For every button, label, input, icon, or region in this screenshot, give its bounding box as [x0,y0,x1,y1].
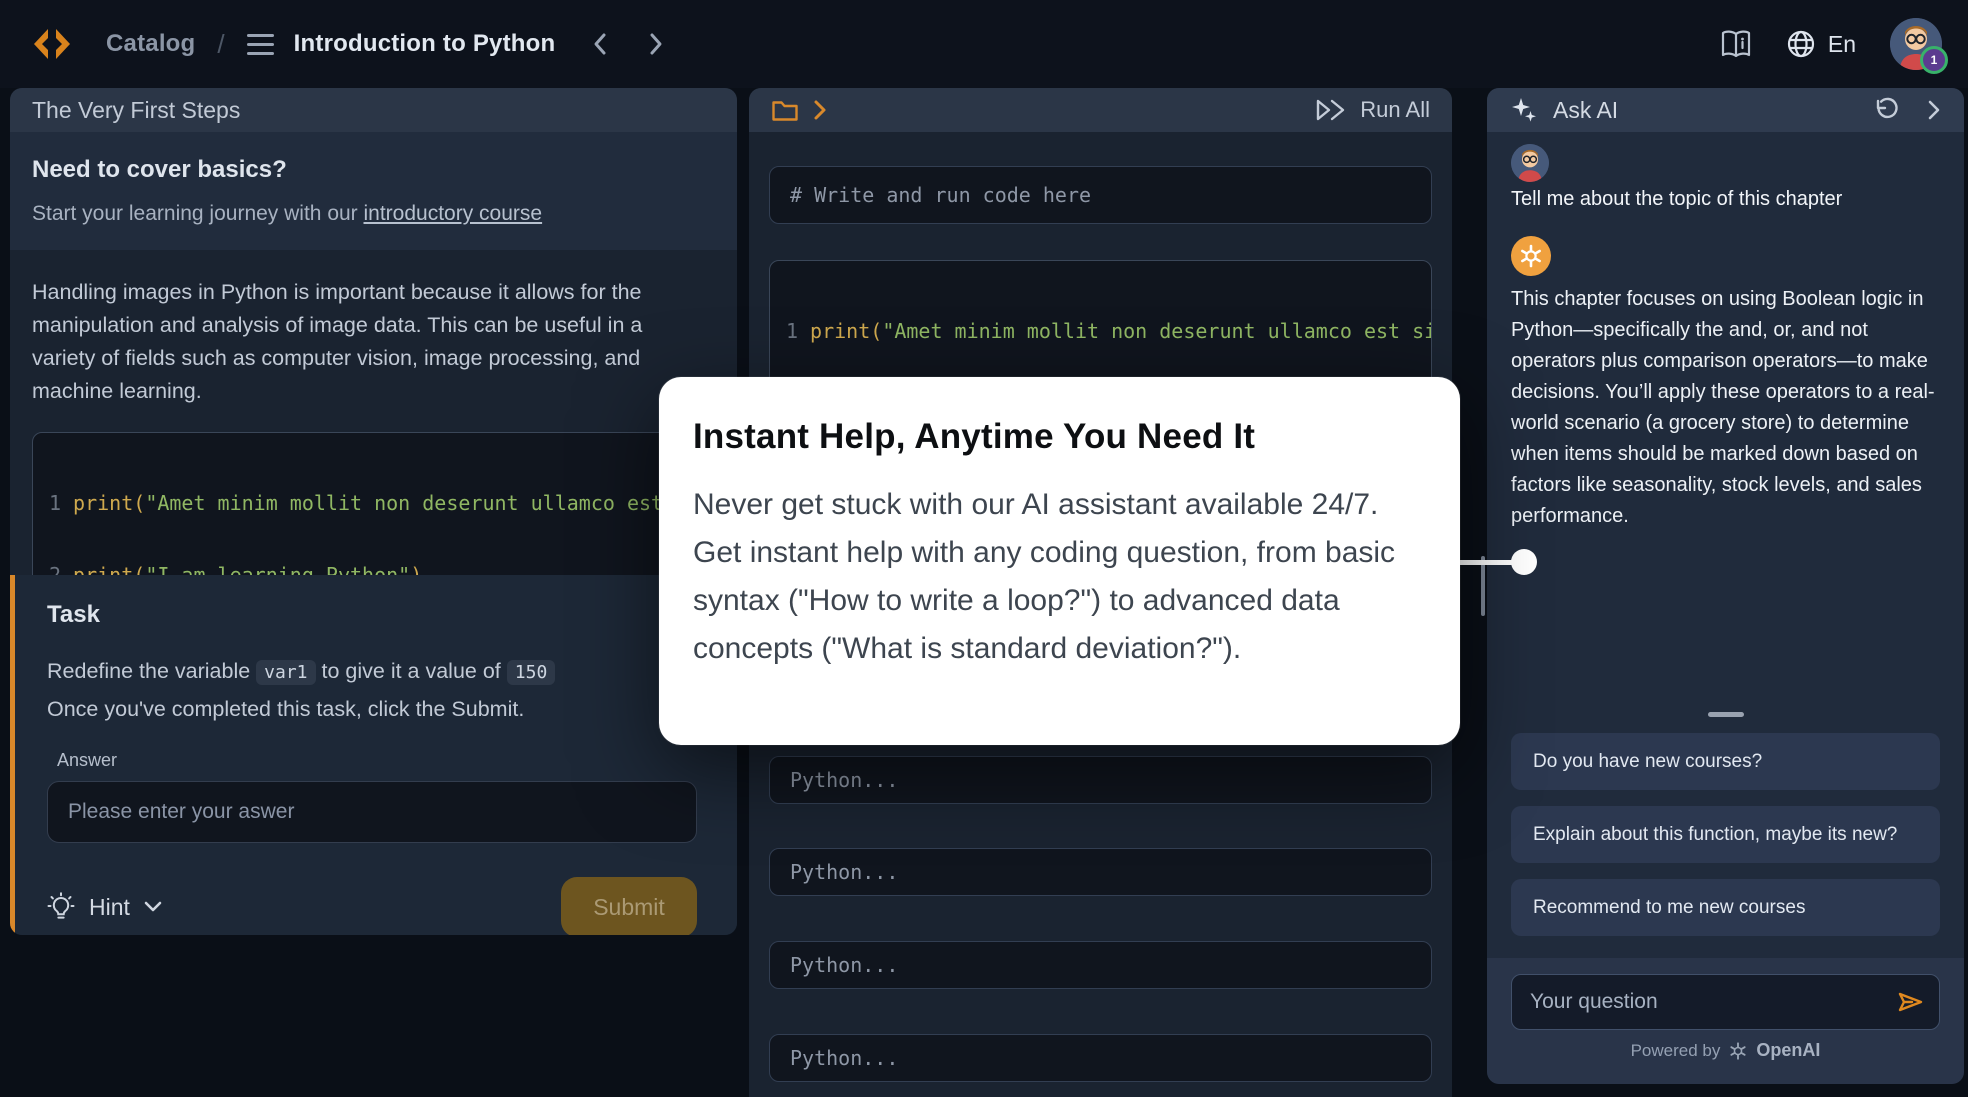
introductory-course-link[interactable]: introductory course [364,202,543,225]
folder-icon[interactable] [771,98,799,122]
user-avatar[interactable]: 1 [1890,18,1942,70]
suggestion-button[interactable]: Recommend to me new courses [1511,879,1940,936]
chat-footer: Powered by OpenAI [1487,958,1964,1084]
top-bar: Catalog / Introduction to Python [0,0,1968,88]
task-description: Redefine the variable var1 to give it a … [47,653,697,728]
tooltip-title: Instant Help, Anytime You Need It [693,417,1426,457]
hint-button[interactable]: Hint [47,892,162,922]
python-cell-input[interactable]: Python... [769,1034,1432,1082]
book-icon[interactable] [1720,30,1752,58]
chevron-down-icon [144,901,162,913]
question-input[interactable] [1512,990,1895,1014]
user-message-avatar [1511,144,1549,182]
send-icon[interactable] [1895,989,1925,1015]
run-all-button[interactable]: Run All [1314,97,1430,123]
chevron-left-icon[interactable] [589,31,611,57]
lesson-panel: The Very First Steps Need to cover basic… [10,88,737,935]
task-heading: Task [47,601,697,629]
lightbulb-icon [47,892,75,922]
achievement-badge: 1 [1920,46,1948,74]
brand-logo-icon[interactable] [26,18,78,70]
collapse-chevron-icon[interactable] [1926,98,1942,122]
page-title: Introduction to Python [294,30,556,58]
powered-by: Powered by OpenAI [1487,1040,1964,1061]
expand-chevron-icon[interactable] [813,99,827,121]
callout-connector-line [1456,560,1514,565]
value-chip: 150 [507,660,556,685]
language-label: En [1828,31,1856,58]
user-message: Tell me about the topic of this chapter [1511,188,1842,211]
openai-icon [1511,236,1551,276]
breadcrumb-separator: / [217,29,224,60]
lesson-paragraph: Handling images in Python is important b… [10,250,700,408]
var-chip: var1 [256,660,315,685]
python-cell-input[interactable]: Python... [769,756,1432,804]
run-all-label: Run All [1360,97,1430,123]
tooltip-body: Never get stuck with our AI assistant av… [693,481,1426,673]
openai-small-icon [1728,1041,1748,1061]
globe-icon [1786,29,1816,59]
lesson-panel-header: The Very First Steps [10,88,737,132]
task-section: Task Redefine the variable var1 to give … [10,575,737,935]
sparkles-icon [1509,95,1539,125]
submit-button[interactable]: Submit [561,877,697,935]
chevron-right-icon[interactable] [645,31,667,57]
ask-ai-panel: Ask AI [1487,88,1964,1084]
refresh-icon[interactable] [1872,96,1900,124]
chapter-title: The Very First Steps [32,97,240,124]
language-selector[interactable]: En [1786,29,1856,59]
section-divider [1708,712,1744,717]
basics-text: Start your learning journey with our [32,202,364,225]
basics-callout: Need to cover basics? Start your learnin… [10,132,737,250]
onboarding-tooltip: Instant Help, Anytime You Need It Never … [659,377,1460,745]
run-all-icon [1314,97,1348,123]
ai-response: This chapter focuses on using Boolean lo… [1511,284,1940,532]
chapters-menu-icon[interactable] [247,34,274,55]
breadcrumb-catalog[interactable]: Catalog [106,30,195,58]
answer-label: Answer [57,750,697,771]
hint-label: Hint [89,894,130,921]
app-root: Catalog / Introduction to Python [0,0,1968,1097]
answer-input[interactable] [47,781,697,843]
callout-connector-dot [1511,549,1537,575]
ask-ai-header: Ask AI [1487,88,1964,132]
basics-heading: Need to cover basics? [32,156,715,184]
suggestion-button[interactable]: Explain about this function, maybe its n… [1511,806,1940,863]
editor-toolbar: Run All [749,88,1452,132]
python-cell-input[interactable]: Python... [769,941,1432,989]
python-cell-input[interactable]: Python... [769,848,1432,896]
scrollbar-thumb[interactable] [1481,556,1485,616]
scratch-code-input[interactable]: # Write and run code here [769,166,1432,224]
ask-ai-title: Ask AI [1553,97,1618,124]
suggestion-button[interactable]: Do you have new courses? [1511,733,1940,790]
